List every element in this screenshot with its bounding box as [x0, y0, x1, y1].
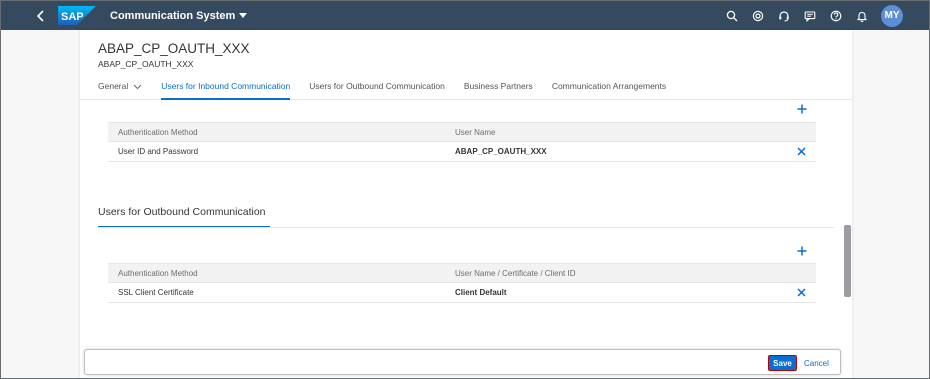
save-button[interactable]: Save [768, 355, 797, 371]
add-outbound-user-button[interactable] [795, 244, 809, 258]
outbound-users-table: Authentication Method User Name / Certif… [108, 263, 816, 303]
table-row[interactable]: User ID and Password ABAP_CP_OAUTH_XXX [108, 142, 816, 162]
vertical-scrollbar[interactable] [844, 225, 851, 297]
caret-down-icon [239, 12, 248, 18]
column-header: Authentication Method [118, 127, 198, 137]
search-button[interactable] [719, 1, 745, 30]
sap-logo[interactable]: SAP [58, 6, 96, 25]
column-header: User Name [455, 127, 496, 137]
chevron-left-icon [36, 9, 44, 22]
feedback-icon [804, 10, 816, 22]
question-mark-icon [830, 10, 842, 21]
page-content: Authentication Method User Name User ID … [80, 101, 852, 378]
plus-icon [797, 246, 807, 256]
delete-row-button[interactable] [795, 286, 808, 299]
tab-communication-arrangements[interactable]: Communication Arrangements [552, 81, 666, 100]
object-header: ABAP_CP_OAUTH_XXX ABAP_CP_OAUTH_XXX Gene… [80, 30, 852, 100]
copilot-icon [752, 10, 764, 21]
shell-actions: MY [719, 1, 903, 30]
sap-logo-text: SAP [61, 11, 84, 23]
section-divider [98, 227, 834, 228]
plus-icon [797, 104, 807, 114]
section-title-underline [98, 226, 270, 227]
footer-toolbar: Save Cancel [84, 349, 841, 375]
bell-icon [856, 11, 868, 22]
help-support-button[interactable] [771, 1, 797, 30]
tab-general-label: General [98, 81, 129, 91]
table-header: Authentication Method User Name [108, 122, 816, 142]
headset-icon [779, 10, 789, 21]
tab-business-partners[interactable]: Business Partners [464, 81, 533, 100]
help-button[interactable] [823, 1, 849, 30]
search-icon [726, 10, 738, 21]
section-title-outbound: Users for Outbound Communication [98, 206, 266, 218]
shell-bar: SAP Communication System MY [1, 1, 929, 30]
tab-users-inbound[interactable]: Users for Inbound Communication [161, 81, 290, 100]
anchor-bar: General Users for Inbound Communication … [98, 81, 685, 100]
page-subtitle: ABAP_CP_OAUTH_XXX [98, 59, 194, 69]
app-title: Communication System [110, 9, 236, 22]
window-frame: SAP Communication System MY ABAP_CP_OAUT… [0, 0, 930, 379]
table-header: Authentication Method User Name / Certif… [108, 263, 816, 283]
object-page: ABAP_CP_OAUTH_XXX ABAP_CP_OAUTH_XXX Gene… [80, 30, 852, 378]
sap-logo-shape: SAP [58, 6, 96, 25]
column-header: Authentication Method [118, 268, 198, 278]
close-icon [797, 288, 806, 297]
chevron-down-icon [133, 84, 142, 90]
page-title: ABAP_CP_OAUTH_XXX [98, 41, 250, 56]
close-icon [797, 147, 806, 156]
notifications-button[interactable] [849, 1, 875, 30]
auth-method-cell: SSL Client Certificate [118, 288, 194, 297]
table-row[interactable]: SSL Client Certificate Client Default [108, 283, 816, 303]
auth-method-cell: User ID and Password [118, 147, 199, 156]
app-title-menu[interactable]: Communication System [110, 9, 248, 22]
column-header: User Name / Certificate / Client ID [455, 268, 576, 278]
certificate-cell: Client Default [455, 288, 507, 297]
inbound-users-table: Authentication Method User Name User ID … [108, 122, 816, 162]
feedback-button[interactable] [797, 1, 823, 30]
cancel-button[interactable]: Cancel [804, 355, 829, 371]
delete-row-button[interactable] [795, 145, 808, 158]
tab-general[interactable]: General [98, 81, 142, 100]
tab-users-outbound[interactable]: Users for Outbound Communication [309, 81, 445, 100]
back-button[interactable] [26, 1, 56, 30]
user-name-cell: ABAP_CP_OAUTH_XXX [455, 147, 547, 156]
user-avatar[interactable]: MY [881, 4, 903, 27]
add-inbound-user-button[interactable] [795, 102, 809, 116]
joule-button[interactable] [745, 1, 771, 30]
